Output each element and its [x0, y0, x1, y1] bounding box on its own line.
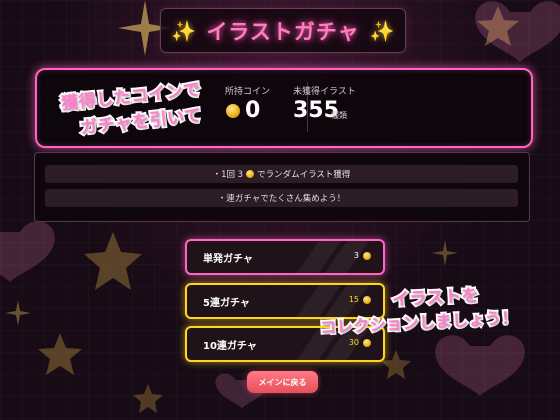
single-gacha-cost: 3	[353, 251, 359, 260]
5-pull-gacha-label: 5連ガチャ	[203, 298, 250, 309]
10-pull-gacha-label: 10連ガチャ	[203, 341, 257, 352]
heart-icon	[0, 221, 55, 282]
back-to-main-button[interactable]: メインに戻る	[247, 371, 318, 393]
sparkle-icon	[5, 300, 31, 326]
sparkles-icon: ✨	[369, 18, 395, 43]
star-icon	[381, 350, 411, 379]
star-icon	[133, 384, 163, 413]
5-pull-gacha-cost: 15	[348, 295, 359, 304]
10-pull-gacha-cost: 30	[348, 338, 359, 347]
star-icon	[38, 333, 82, 375]
coins-label: 所持コイン	[225, 87, 271, 97]
sparkle-icon	[432, 240, 458, 266]
unowned-label: 未獲得イラスト	[293, 87, 356, 97]
sparkles-icon: ✨	[171, 18, 197, 43]
info-row-tip: ・連ガチャでたくさん集めよう！	[45, 189, 518, 207]
star-icon	[84, 232, 142, 290]
coin-icon	[363, 296, 371, 304]
info-cost-suffix: でランダムイラスト獲得	[257, 170, 351, 180]
page-title: イラストガチャ	[206, 19, 360, 44]
info-panel: ・1回 3 でランダムイラスト獲得 ・連ガチャでたくさん集めよう！	[34, 152, 530, 222]
coin-icon	[363, 252, 371, 260]
coin-icon	[363, 339, 371, 347]
coin-icon	[246, 170, 255, 178]
single-gacha-button[interactable]: 単発ガチャ 3	[185, 239, 385, 275]
coin-icon	[226, 104, 240, 118]
info-cost-prefix: ・1回 3	[212, 170, 244, 180]
title-box: ✨ イラストガチャ ✨	[160, 8, 406, 53]
star-icon	[477, 6, 519, 46]
info-row-cost: ・1回 3 でランダムイラスト獲得	[45, 165, 518, 183]
heart-icon	[435, 335, 525, 396]
heart-icon	[475, 1, 560, 62]
unowned-unit: 種類	[331, 111, 347, 120]
single-gacha-label: 単発ガチャ	[203, 254, 253, 265]
coins-value: 0	[245, 98, 261, 123]
